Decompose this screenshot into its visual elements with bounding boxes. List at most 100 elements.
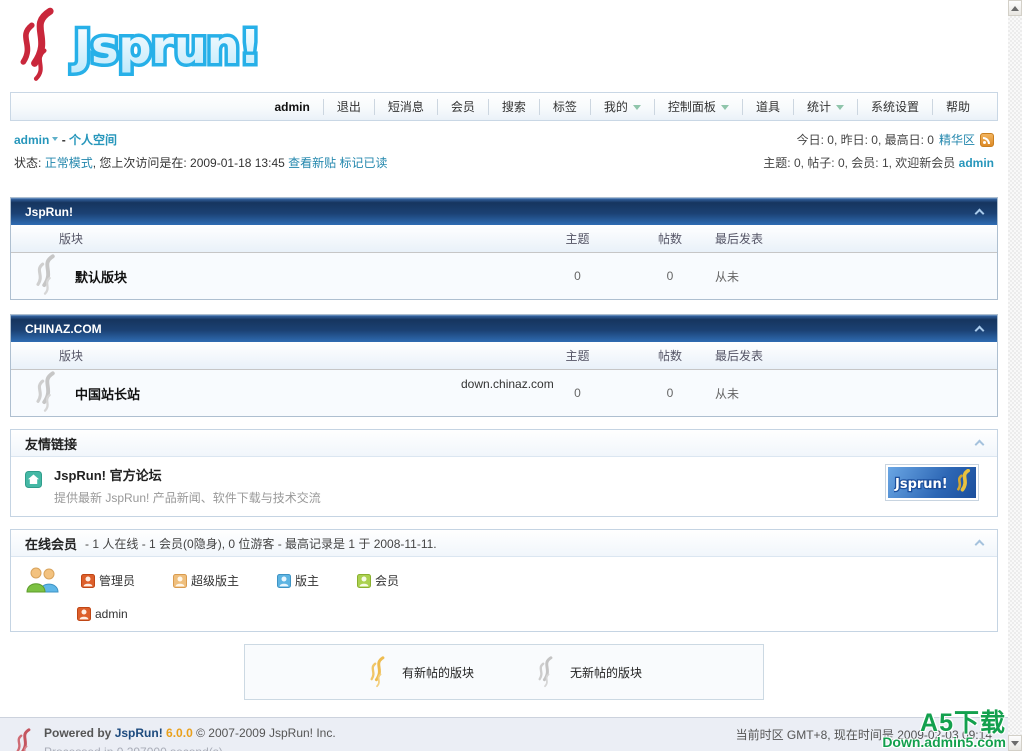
user-icon (277, 573, 292, 588)
forum-category-jsprun: JspRun! 版块 主题 帖数 最后发表 默认版块 0 0 从未 (10, 197, 998, 300)
site-logo[interactable]: Jsprun! Jsprun! (66, 7, 296, 85)
no-new-posts-flame-icon (31, 370, 59, 416)
nav-help[interactable]: 帮助 (931, 98, 983, 115)
forum-legend: 有新帖的版块 无新帖的版块 (244, 644, 764, 700)
category-title: JspRun! (25, 205, 73, 219)
nav-stats-menu[interactable]: 统计 (792, 98, 857, 115)
group-legend-member: 会员 (357, 572, 399, 589)
collapse-icon[interactable] (974, 325, 985, 336)
group-legend-admin: 管理员 (81, 572, 135, 589)
online-member-link[interactable]: admin (95, 607, 128, 621)
nav-logout[interactable]: 退出 (322, 98, 374, 115)
new-posts-flame-icon (370, 656, 385, 688)
scroll-down-button[interactable] (1008, 735, 1022, 751)
group-legend-moderator: 版主 (277, 572, 319, 589)
digest-link[interactable]: 精华区 (939, 131, 975, 148)
forum-note: down.chinaz.com (461, 377, 554, 391)
footer: Powered by JspRun! 6.0.0 © 2007-2009 Jsp… (0, 717, 1008, 751)
chevron-down-icon (835, 104, 844, 114)
collapse-icon[interactable] (974, 539, 985, 550)
friend-link-item: JspRun! 官方论坛 提供最新 JspRun! 产品新闻、软件下载与技术交流 (25, 465, 983, 506)
username-link[interactable]: admin (14, 133, 49, 147)
nav-username[interactable]: admin (261, 99, 322, 115)
nav-control-panel[interactable]: 控制面板 (653, 98, 742, 115)
col-forum: 版块 (59, 349, 84, 363)
forum-row: 中国站长站 down.chinaz.com 0 0 从未 (11, 370, 997, 416)
user-icon (81, 573, 95, 588)
thread-count: 0 (574, 269, 581, 283)
col-posts: 帖数 (657, 349, 682, 363)
user-icon (357, 573, 372, 588)
nav-items-props[interactable]: 道具 (741, 98, 793, 115)
forum-link[interactable]: 中国站长站 (75, 384, 140, 403)
copyright-text: © 2007-2009 JspRun! Inc. (196, 726, 336, 740)
online-summary: - 1 人在线 - 1 会员(0隐身), 0 位游客 - 最高记录是 1 于 2… (85, 536, 437, 551)
friend-links-panel: 友情链接 JspRun! 官方论坛 提供最新 JspRun! 产品新闻、软件下载… (10, 429, 998, 517)
panel-header[interactable]: 友情链接 (11, 430, 997, 457)
newest-member-link[interactable]: admin (959, 156, 994, 170)
svg-text:Jsprun!: Jsprun! (894, 477, 946, 492)
last-post: 从未 (715, 269, 740, 284)
online-members-panel: 在线会员 - 1 人在线 - 1 会员(0隐身), 0 位游客 - 最高记录是 … (10, 529, 998, 632)
col-lastpost: 最后发表 (715, 232, 764, 246)
post-count: 0 (666, 269, 674, 283)
scroll-up-button[interactable] (1008, 0, 1022, 16)
panel-title: 友情链接 (25, 436, 78, 452)
online-member: admin (77, 607, 983, 621)
arrow-up-icon (1011, 2, 1019, 11)
last-visit-text: , 您上次访问是在: 2009-01-18 13:45 (92, 156, 285, 170)
footer-flame-icon (12, 728, 34, 751)
status-mode-link[interactable]: 正常模式 (45, 156, 93, 170)
user-icon (77, 607, 91, 621)
category-title: CHINAZ.COM (25, 322, 102, 336)
no-new-posts-flame-icon (538, 656, 553, 688)
vertical-scrollbar[interactable] (1008, 0, 1022, 751)
timezone-text: 当前时区 GMT+8, 现在时间是 2009-02-03 09:14 (735, 728, 992, 742)
column-header-row: 版块 主题 帖数 最后发表 (11, 342, 997, 370)
view-new-posts-link[interactable]: 查看新贴 (288, 156, 336, 170)
chevron-down-icon (720, 104, 729, 114)
legend-no-new-posts: 无新帖的版块 (534, 656, 642, 688)
processed-time: Processed in 0.297000 second(s). (44, 745, 336, 751)
category-header[interactable]: JspRun! (11, 198, 997, 225)
top-navbar: admin 退出 短消息 会员 搜索 标签 我的 控制面板 道具 统计 系统设置… (10, 92, 998, 121)
separator: - (61, 133, 66, 147)
user-info-bar: admin - 个人空间 状态: 正常模式, 您上次访问是在: 2009-01-… (14, 131, 994, 171)
online-users-icon (25, 564, 59, 597)
svg-text:Jsprun!: Jsprun! (71, 20, 261, 74)
column-header-row: 版块 主题 帖数 最后发表 (11, 225, 997, 253)
nav-members[interactable]: 会员 (436, 98, 488, 115)
rss-icon[interactable] (980, 132, 994, 147)
personal-space-link[interactable]: 个人空间 (69, 133, 117, 147)
forum-link[interactable]: 默认版块 (75, 267, 127, 286)
mark-read-link[interactable]: 标记已读 (340, 156, 388, 170)
no-new-posts-flame-icon (31, 253, 59, 299)
nav-search[interactable]: 搜索 (487, 98, 539, 115)
status-label: 状态: (14, 156, 42, 170)
jsprun-banner[interactable]: Jsprun! (885, 464, 979, 501)
friend-link-desc: 提供最新 JspRun! 产品新闻、软件下载与技术交流 (54, 491, 321, 505)
col-forum: 版块 (59, 232, 84, 246)
forum-category-chinaz: CHINAZ.COM 版块 主题 帖数 最后发表 中国站长站 down.chin… (10, 314, 998, 417)
nav-system-settings[interactable]: 系统设置 (856, 98, 932, 115)
last-post: 从未 (715, 386, 740, 401)
legend-new-posts: 有新帖的版块 (366, 656, 474, 688)
chevron-down-icon (52, 137, 59, 144)
nav-my-menu[interactable]: 我的 (589, 98, 654, 115)
forum-row: 默认版块 0 0 从未 (11, 253, 997, 299)
arrow-down-icon (1011, 740, 1019, 750)
jsprun-brand-link[interactable]: JspRun! (115, 726, 163, 740)
category-header[interactable]: CHINAZ.COM (11, 315, 997, 342)
post-count: 0 (666, 386, 674, 400)
nav-messages[interactable]: 短消息 (373, 98, 437, 115)
version-text: 6.0.0 (166, 726, 193, 740)
home-icon (25, 471, 42, 506)
site-header: Jsprun! Jsprun! (10, 6, 1008, 86)
collapse-icon[interactable] (974, 439, 985, 450)
user-icon (173, 573, 188, 588)
chevron-down-icon (632, 104, 641, 114)
friend-link-title[interactable]: JspRun! 官方论坛 (54, 465, 321, 484)
board-stats: 主题: 0, 帖子: 0, 会员: 1, 欢迎新会员 (763, 156, 956, 170)
nav-tags[interactable]: 标签 (538, 98, 590, 115)
collapse-icon[interactable] (974, 208, 985, 219)
